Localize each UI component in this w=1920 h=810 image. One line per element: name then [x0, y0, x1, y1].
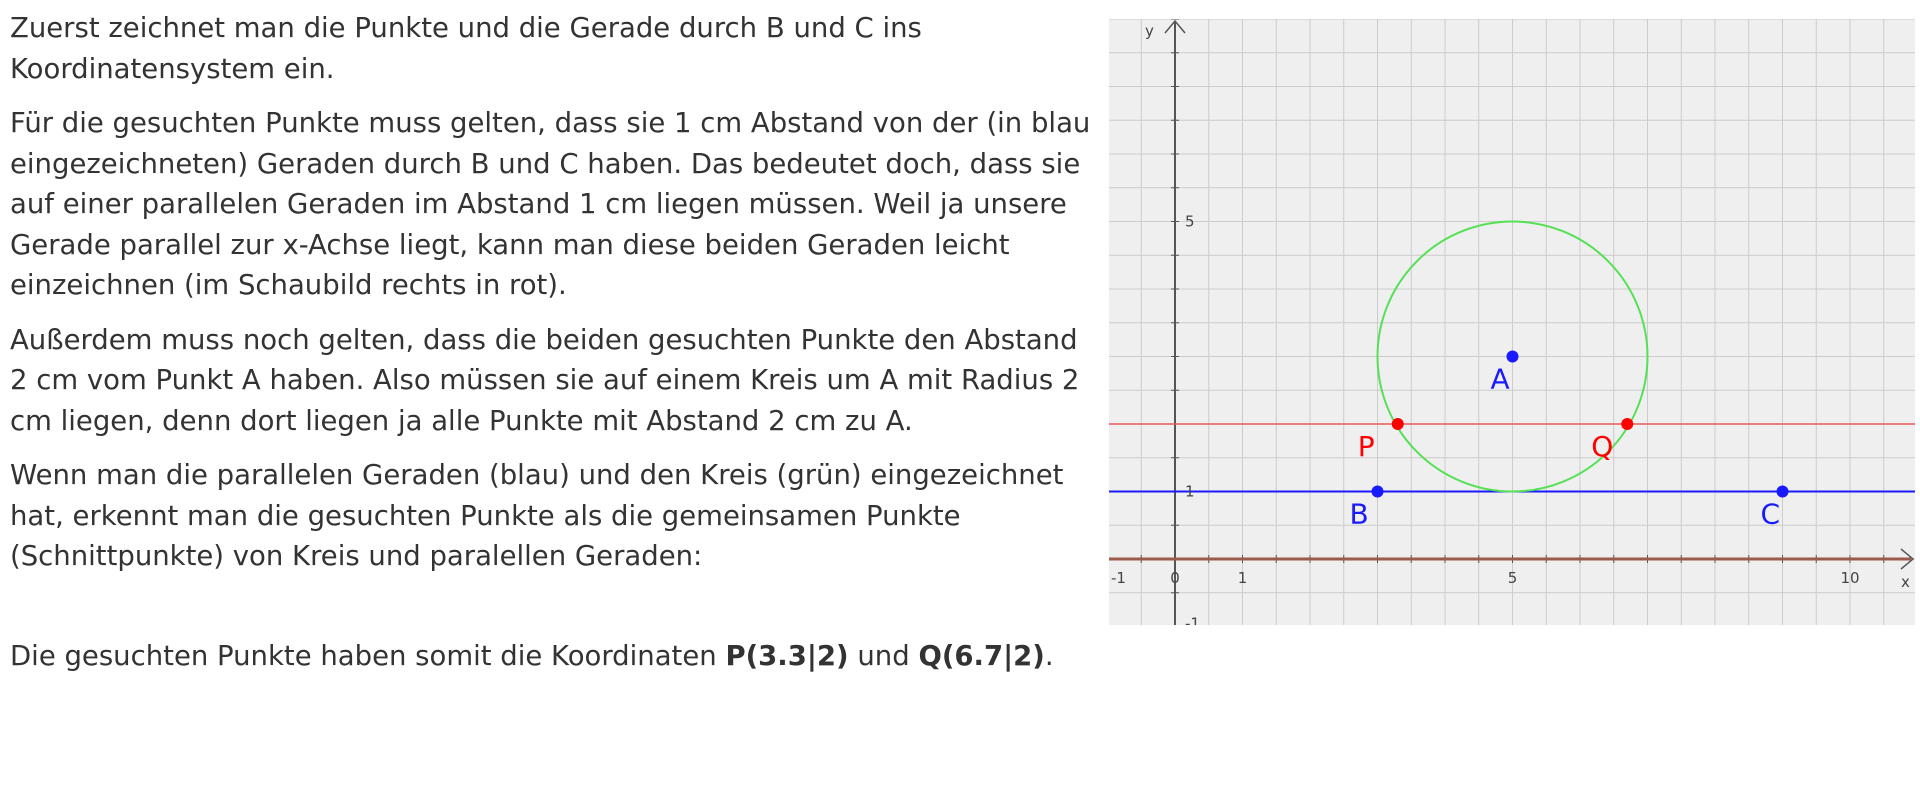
point-p — [1391, 418, 1404, 430]
conclusion-sentence: Die gesuchten Punkte haben somit die Koo… — [10, 636, 1810, 677]
x-tick-label: -1 — [1111, 569, 1126, 587]
conclusion-mid: und — [848, 640, 919, 672]
explanation-text: Zuerst zeichnet man die Punkte und die G… — [10, 8, 1100, 591]
x-tick-label: 1 — [1238, 569, 1248, 587]
conclusion-prefix: Die gesuchten Punkte haben somit die Koo… — [10, 640, 726, 672]
point-p-coordinates: P(3.3|2) — [725, 640, 849, 672]
point-q — [1621, 418, 1634, 430]
coordinate-system-figure: ABCPQ -1 0 1 5 10 5 1 -1 x y — [1109, 19, 1915, 625]
x-tick-label: 5 — [1508, 569, 1518, 587]
coordinate-system-svg: AB CP Q -1 0 1 5 1051-1 x y — [1109, 19, 1915, 625]
point-c — [1776, 485, 1789, 498]
x-tick-label: 10 — [1840, 569, 1859, 587]
paragraph-1: Zuerst zeichnet man die Punkte und die G… — [10, 12, 922, 85]
point-label-a: A — [1491, 363, 1510, 396]
point-q-coordinates: Q(6.7|2) — [918, 640, 1045, 672]
y-tick-label: 5 — [1185, 213, 1195, 231]
conclusion-suffix: . — [1044, 640, 1054, 672]
x-axis-label: x — [1901, 573, 1910, 591]
x-tick-label: 0 — [1170, 569, 1180, 587]
point-b — [1371, 485, 1384, 498]
point-a — [1506, 350, 1519, 363]
y-tick-label: 1 — [1185, 483, 1195, 501]
y-tick-label: -1 — [1185, 615, 1200, 626]
paragraph-2: Für die gesuchten Punkte muss gelten, da… — [10, 107, 1091, 301]
point-label-q: Q — [1591, 430, 1613, 463]
point-label-c: C — [1761, 498, 1781, 531]
paragraph-3: Außerdem muss noch gelten, dass die beid… — [10, 323, 1080, 437]
paragraph-4: Wenn man die parallelen Geraden (blau) u… — [10, 459, 1064, 572]
point-label-p: P — [1358, 430, 1375, 463]
point-label-b: B — [1350, 498, 1369, 531]
y-axis-label: y — [1145, 22, 1154, 40]
